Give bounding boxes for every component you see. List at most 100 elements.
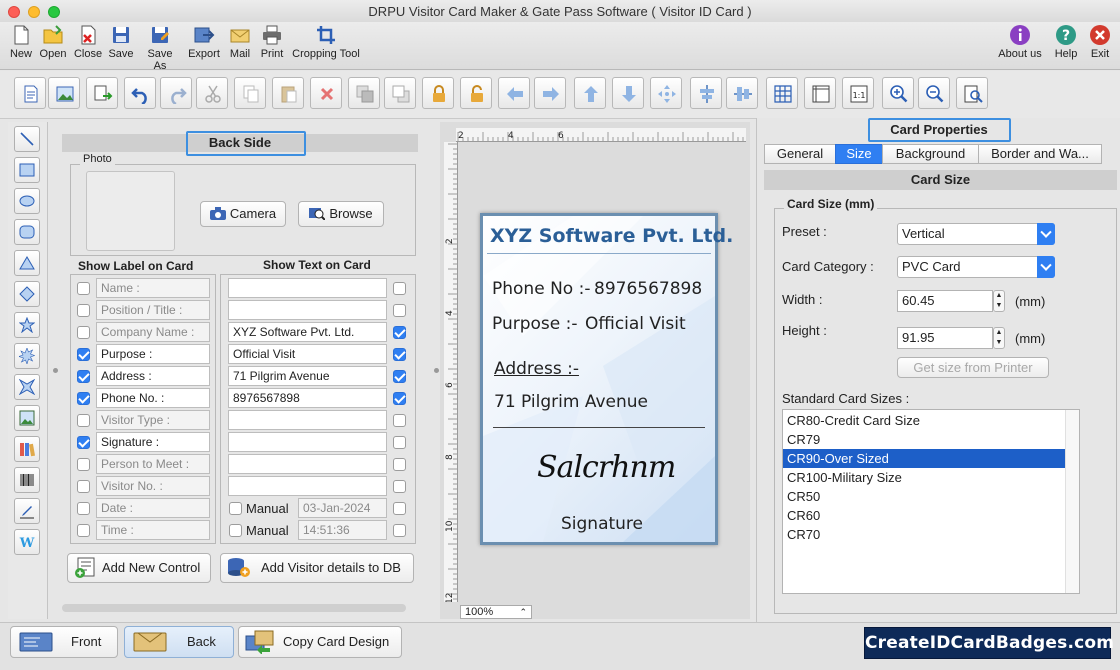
standard-card-sizes-list[interactable]: CR80-Credit Card Size CR79 CR90-Over Sized… [782, 409, 1080, 594]
show-label-checkbox[interactable] [77, 326, 90, 339]
print-button[interactable]: Print [258, 24, 286, 60]
export-button[interactable]: Export [186, 24, 222, 60]
show-text-checkbox[interactable] [393, 414, 406, 427]
text-field[interactable] [228, 278, 387, 298]
show-text-checkbox[interactable] [393, 370, 406, 383]
grid-button[interactable] [766, 77, 798, 109]
rounded-rectangle-tool[interactable] [14, 219, 40, 245]
standard-size-item[interactable]: CR50 [783, 487, 1065, 506]
move-right-button[interactable] [534, 77, 566, 109]
close-window-icon[interactable] [8, 6, 20, 18]
ruler-button[interactable] [804, 77, 836, 109]
actual-size-button[interactable]: 1:1 [842, 77, 874, 109]
preset-select[interactable]: Vertical [897, 223, 1055, 245]
label-field[interactable]: Person to Meet : [96, 454, 210, 474]
card-address-value[interactable]: 71 Pilgrim Avenue [494, 392, 648, 412]
zoom-window-icon[interactable] [48, 6, 60, 18]
manual-checkbox[interactable] [229, 524, 242, 537]
show-text-checkbox[interactable] [393, 282, 406, 295]
standard-size-item[interactable]: CR79 [783, 430, 1065, 449]
show-text-checkbox[interactable] [393, 524, 406, 537]
line-tool[interactable] [14, 126, 40, 152]
label-field[interactable]: Date : [96, 498, 210, 518]
get-size-from-printer-button[interactable]: Get size from Printer [897, 357, 1049, 378]
minimize-window-icon[interactable] [28, 6, 40, 18]
new-button[interactable]: New [6, 24, 36, 60]
star-tool[interactable] [14, 312, 40, 338]
text-field[interactable]: 14:51:36 [298, 520, 387, 540]
word-art-tool[interactable]: W [14, 529, 40, 555]
tab-size[interactable]: Size [835, 144, 883, 164]
bring-front-button[interactable] [348, 77, 380, 109]
standard-size-item[interactable]: CR90-Over Sized [783, 449, 1065, 468]
triangle-tool[interactable] [14, 250, 40, 276]
card-phone-value[interactable]: 8976567898 [594, 279, 702, 299]
about-us-button[interactable]: About us [996, 24, 1044, 60]
open-button[interactable]: Open [38, 24, 68, 60]
show-text-checkbox[interactable] [393, 326, 406, 339]
label-field[interactable]: Visitor No. : [96, 476, 210, 496]
signature-tool[interactable] [14, 498, 40, 524]
show-label-checkbox[interactable] [77, 304, 90, 317]
width-stepper[interactable]: ▲ ▼ [993, 290, 1005, 312]
browse-button[interactable]: Browse [298, 201, 384, 227]
tab-general[interactable]: General [764, 144, 836, 164]
label-field[interactable]: Purpose : [96, 344, 210, 364]
card-company-name[interactable]: XYZ Software Pvt. Ltd. [490, 225, 733, 247]
properties-tool-button[interactable] [14, 77, 46, 109]
text-field[interactable] [228, 476, 387, 496]
align-horizontal-button[interactable] [690, 77, 722, 109]
center-button[interactable] [650, 77, 682, 109]
card-phone-label[interactable]: Phone No :- [492, 279, 590, 299]
label-field[interactable]: Phone No. : [96, 388, 210, 408]
show-label-checkbox[interactable] [77, 282, 90, 295]
label-field[interactable]: Company Name : [96, 322, 210, 342]
ellipse-tool[interactable] [14, 188, 40, 214]
diamond-tool[interactable] [14, 281, 40, 307]
send-back-button[interactable] [384, 77, 416, 109]
text-field[interactable] [228, 432, 387, 452]
text-field[interactable]: Official Visit [228, 344, 387, 364]
zoom-in-button[interactable] [882, 77, 914, 109]
front-button[interactable]: Front [10, 626, 118, 658]
add-visitor-to-db-button[interactable]: Add Visitor details to DB [220, 553, 414, 583]
text-field[interactable]: XYZ Software Pvt. Ltd. [228, 322, 387, 342]
undo-button[interactable] [124, 77, 156, 109]
help-button[interactable]: ? Help [1052, 24, 1080, 60]
library-tool[interactable] [14, 436, 40, 462]
manual-checkbox[interactable] [229, 502, 242, 515]
show-label-checkbox[interactable] [77, 480, 90, 493]
text-field[interactable]: 8976567898 [228, 388, 387, 408]
tab-background[interactable]: Background [882, 144, 979, 164]
redo-button[interactable] [160, 77, 192, 109]
standard-size-item[interactable]: CR80-Credit Card Size [783, 411, 1065, 430]
photo-preview[interactable] [86, 171, 175, 251]
print-preview-button[interactable] [956, 77, 988, 109]
standard-size-item[interactable]: CR70 [783, 525, 1065, 544]
standard-size-item[interactable]: CR60 [783, 506, 1065, 525]
cut-button[interactable] [196, 77, 228, 109]
card-category-select[interactable]: PVC Card [897, 256, 1055, 278]
label-field[interactable]: Name : [96, 278, 210, 298]
show-label-checkbox[interactable] [77, 502, 90, 515]
show-text-checkbox[interactable] [393, 502, 406, 515]
move-left-button[interactable] [498, 77, 530, 109]
save-as-button[interactable]: Save As [140, 24, 180, 72]
show-text-checkbox[interactable] [393, 436, 406, 449]
add-new-control-button[interactable]: Add New Control [67, 553, 211, 583]
card-purpose-label[interactable]: Purpose :- [492, 314, 578, 334]
image-tool-button[interactable] [48, 77, 80, 109]
label-field[interactable]: Signature : [96, 432, 210, 452]
card-signature-label[interactable]: Signature [561, 514, 643, 534]
standard-size-item[interactable]: CR100-Military Size [783, 468, 1065, 487]
show-label-checkbox[interactable] [77, 458, 90, 471]
label-field[interactable]: Position / Title : [96, 300, 210, 320]
barcode-tool[interactable] [14, 467, 40, 493]
show-label-checkbox[interactable] [77, 524, 90, 537]
show-label-checkbox[interactable] [77, 436, 90, 449]
copy-card-design-button[interactable]: Copy Card Design [238, 626, 402, 658]
camera-button[interactable]: Camera [200, 201, 286, 227]
save-button[interactable]: Save [106, 24, 136, 60]
rectangle-tool[interactable] [14, 157, 40, 183]
card-purpose-value[interactable]: Official Visit [585, 314, 686, 334]
